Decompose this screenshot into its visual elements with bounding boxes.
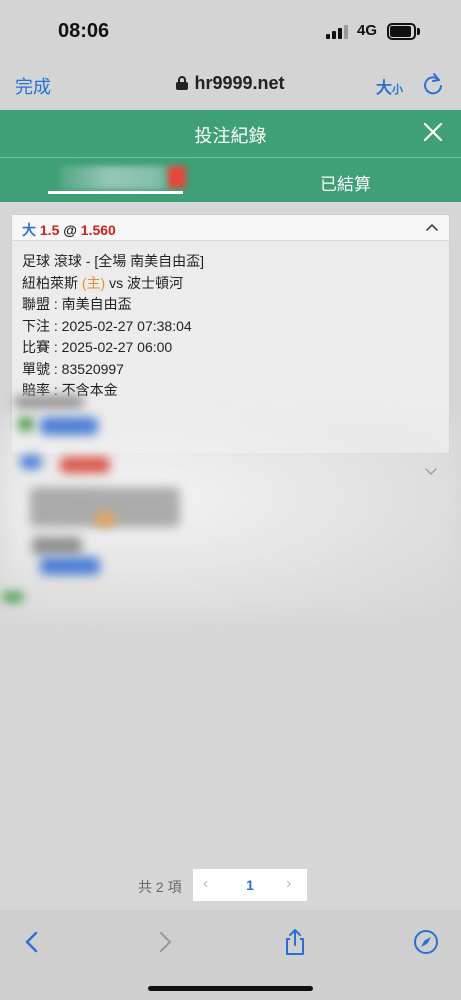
redacted-area [0,387,461,627]
status-time: 08:06 [58,20,110,42]
next-page-button[interactable]: › [286,875,291,893]
match-time-line: 比賽 : 2025-02-27 06:00 [22,339,173,355]
forward-icon[interactable] [151,928,179,956]
bet-odds: 1.560 [80,222,116,238]
browser-toolbar [0,910,461,1000]
total-count: 共 2 項 [138,879,182,895]
bet-card-header[interactable]: 大 1.5 @ 1.560 [12,215,449,241]
match-teams: 紐柏萊斯 (主) vs 波士頓河 [22,273,204,295]
bet-at: @ [63,222,77,238]
tab-pending[interactable] [0,158,230,202]
compass-icon[interactable] [412,928,440,956]
tab-settled[interactable]: 已結算 [230,170,461,195]
tab-bar: 已結算 [0,158,461,202]
page-header: 投注紀錄 [0,110,461,157]
bet-type: 大 [22,222,36,238]
text-size-button[interactable]: 大小 [376,74,403,98]
network-label: 4G [357,22,378,39]
home-indicator [148,986,313,991]
sport-line: 足球 滾球 - [全場 南美自由盃] [22,253,204,269]
text-size-small: 小 [392,84,404,96]
away-team: 波士頓河 [127,274,183,291]
pagination: 共 2 項 ‹ 1 › [0,869,461,901]
close-icon[interactable] [422,121,444,143]
pager: ‹ 1 › [193,869,307,901]
active-tab-indicator [48,191,183,194]
signal-icon [326,25,350,39]
bet-summary: 大 1.5 @ 1.560 [22,220,116,240]
chevron-up-icon[interactable] [426,223,438,231]
redacted-badge [168,166,186,188]
text-size-big: 大 [376,80,393,97]
main-content: 大 1.5 @ 1.560 足球 滾球 - [全場 南美自由盃] 紐柏萊斯 (主… [0,202,461,910]
back-icon[interactable] [18,928,46,956]
redacted-tab-label [60,166,180,190]
battery-icon [387,23,420,40]
share-icon[interactable] [281,928,309,956]
reload-icon[interactable] [422,72,444,96]
page-title: 投注紀錄 [194,126,267,146]
browser-address-bar: 完成 hr9999.net 大小 [0,60,461,110]
home-tag: (主) [81,274,106,291]
ticket-line: 單號 : 83520997 [22,360,124,377]
bet-handicap: 1.5 [39,222,60,238]
lock-icon [176,76,189,90]
chevron-down-icon[interactable] [425,468,437,476]
bet-time-line: 下注 : 2025-02-27 07:38:04 [22,317,192,334]
league-line: 聯盟 : 南美自由盃 [22,296,132,312]
url-text: hr9999.net [194,73,285,93]
bet-details: 足球 滾球 - [全場 南美自由盃] 紐柏萊斯 (主) vs 波士頓河 聯盟 :… [22,251,204,402]
status-bar: 08:06 4G [0,0,461,60]
vs-label: vs [109,274,124,291]
home-team: 紐柏萊斯 [22,274,78,291]
